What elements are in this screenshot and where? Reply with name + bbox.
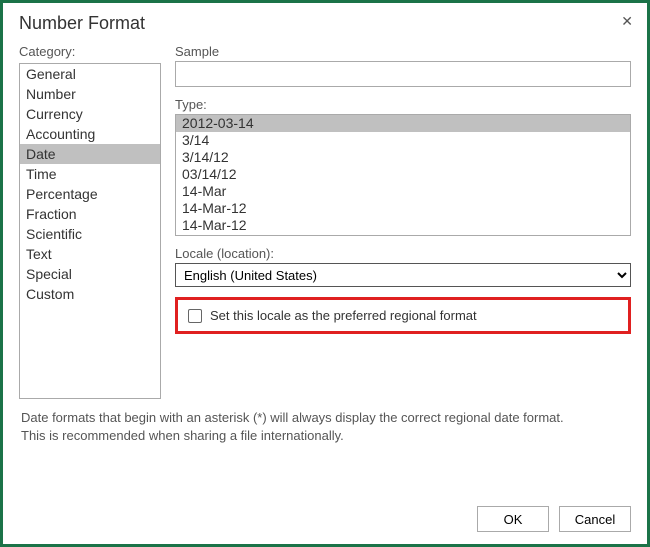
type-option[interactable]: 14-Mar-12 <box>176 217 630 234</box>
help-text: Date formats that begin with an asterisk… <box>3 399 647 444</box>
number-format-dialog: Number Format ✕ Category: GeneralNumberC… <box>0 0 650 547</box>
locale-label: Locale (location): <box>175 246 631 261</box>
category-option[interactable]: Text <box>20 244 160 264</box>
preferred-locale-checkbox[interactable] <box>188 309 202 323</box>
category-option[interactable]: Percentage <box>20 184 160 204</box>
category-label: Category: <box>19 44 161 59</box>
category-option[interactable]: Fraction <box>20 204 160 224</box>
category-option[interactable]: Date <box>20 144 160 164</box>
category-option[interactable]: Accounting <box>20 124 160 144</box>
type-listbox[interactable]: 2012-03-143/143/14/1203/14/1214-Mar14-Ma… <box>175 114 631 236</box>
type-option[interactable]: 2012-03-14 <box>176 115 630 132</box>
locale-select[interactable]: English (United States) <box>175 263 631 287</box>
preferred-locale-row: Set this locale as the preferred regiona… <box>175 297 631 334</box>
type-option[interactable]: 3/14/12 <box>176 149 630 166</box>
category-option[interactable]: General <box>20 64 160 84</box>
category-listbox[interactable]: GeneralNumberCurrencyAccountingDateTimeP… <box>19 63 161 399</box>
category-option[interactable]: Currency <box>20 104 160 124</box>
category-option[interactable]: Time <box>20 164 160 184</box>
sample-output <box>175 61 631 87</box>
cancel-button[interactable]: Cancel <box>559 506 631 532</box>
type-option[interactable]: 03/14/12 <box>176 166 630 183</box>
close-icon[interactable]: ✕ <box>621 13 633 30</box>
preferred-locale-label: Set this locale as the preferred regiona… <box>210 308 477 323</box>
dialog-title: Number Format <box>3 3 647 34</box>
category-option[interactable]: Scientific <box>20 224 160 244</box>
category-option[interactable]: Custom <box>20 284 160 304</box>
type-option[interactable]: 3/14 <box>176 132 630 149</box>
type-label: Type: <box>175 97 631 112</box>
category-option[interactable]: Number <box>20 84 160 104</box>
type-option[interactable]: 14-Mar <box>176 183 630 200</box>
sample-label: Sample <box>175 44 631 59</box>
category-option[interactable]: Special <box>20 264 160 284</box>
type-option[interactable]: 14-Mar-12 <box>176 200 630 217</box>
ok-button[interactable]: OK <box>477 506 549 532</box>
